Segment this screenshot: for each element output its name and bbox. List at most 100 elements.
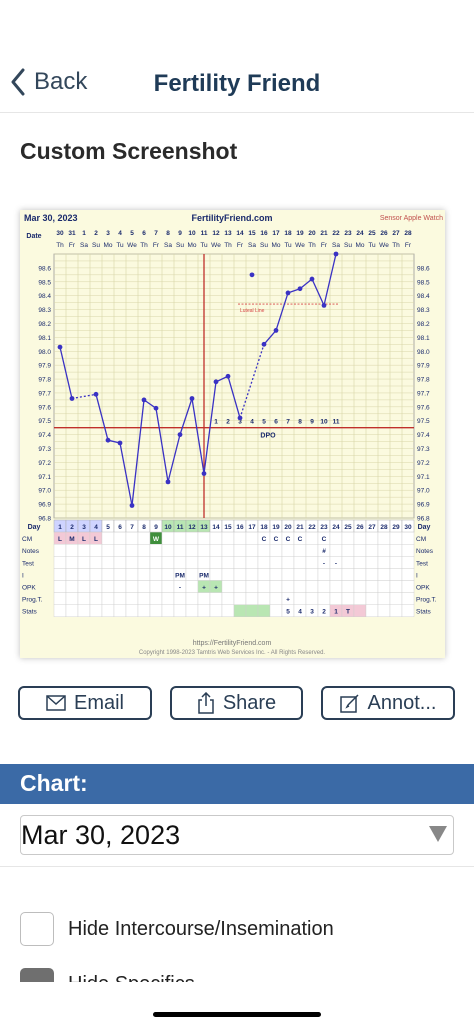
hide-intercourse-checkbox[interactable] bbox=[20, 912, 54, 946]
table-cell bbox=[305, 556, 319, 569]
date-label: 31 bbox=[68, 230, 76, 237]
table-cell bbox=[173, 556, 187, 569]
weekday-label: Fr bbox=[321, 242, 328, 249]
date-label: 30 bbox=[56, 230, 64, 237]
share-button[interactable]: Share bbox=[170, 686, 303, 720]
date-label: 12 bbox=[212, 230, 220, 237]
dpo-number: 9 bbox=[310, 419, 314, 426]
table-cell bbox=[101, 531, 115, 545]
cell-value-opk: + bbox=[214, 585, 218, 592]
annotate-button[interactable]: Annot... bbox=[321, 686, 455, 720]
table-cell bbox=[113, 544, 127, 557]
weekday-label: Su bbox=[344, 242, 352, 249]
chart-sensor: Sensor Apple Watch bbox=[380, 215, 443, 222]
date-label: 26 bbox=[380, 230, 388, 237]
option-hide-specifics[interactable]: Hide Specifics bbox=[20, 968, 195, 982]
weekday-label: We bbox=[295, 242, 305, 249]
cell-value-cm: W bbox=[153, 536, 160, 543]
y-tick-right: 97.3 bbox=[417, 446, 430, 453]
email-button[interactable]: Email bbox=[18, 686, 152, 720]
table-cell bbox=[185, 556, 199, 569]
table-cell bbox=[209, 556, 223, 569]
date-label: 17 bbox=[272, 230, 280, 237]
day-number: 15 bbox=[224, 524, 232, 531]
date-label: 14 bbox=[236, 230, 244, 237]
cell-value-cm: M bbox=[69, 536, 74, 543]
table-cell bbox=[257, 568, 271, 581]
dpo-number: 10 bbox=[320, 419, 328, 426]
day-number: 16 bbox=[236, 524, 244, 531]
day-number: 10 bbox=[164, 524, 172, 531]
cell-value-test: - bbox=[335, 560, 337, 567]
table-cell bbox=[89, 568, 103, 581]
weekday-label: Su bbox=[92, 242, 100, 249]
weekday-label: Tu bbox=[116, 242, 124, 249]
option-hide-intercourse[interactable]: Hide Intercourse/Insemination bbox=[20, 912, 334, 946]
y-tick-left: 97.8 bbox=[38, 377, 51, 384]
weekday-label: Mo bbox=[103, 242, 112, 249]
hide-specifics-checkbox[interactable] bbox=[20, 968, 54, 982]
table-cell bbox=[197, 604, 211, 618]
table-cell bbox=[401, 568, 415, 581]
temp-point bbox=[153, 405, 159, 411]
cell-value-stats: 4 bbox=[298, 609, 302, 616]
table-cell bbox=[329, 592, 343, 605]
table-cell bbox=[221, 531, 235, 545]
day-number: 26 bbox=[356, 524, 364, 531]
temp-point bbox=[117, 440, 123, 446]
table-cell bbox=[113, 556, 127, 569]
table-cell bbox=[137, 544, 151, 557]
chart-date-select[interactable]: Mar 30, 2023 bbox=[20, 815, 454, 855]
cell-value-cm: C bbox=[286, 536, 291, 543]
day-number: 27 bbox=[368, 524, 376, 531]
y-tick-right: 98.4 bbox=[417, 293, 430, 300]
weekday-label: Tu bbox=[200, 242, 208, 249]
y-tick-left: 98.5 bbox=[38, 279, 51, 286]
row-label-right-stats: Stats bbox=[416, 609, 432, 616]
table-cell bbox=[101, 556, 115, 569]
table-cell bbox=[221, 604, 235, 618]
day-number: 19 bbox=[272, 524, 280, 531]
table-cell bbox=[353, 556, 367, 569]
table-cell bbox=[389, 568, 403, 581]
row-label-test: Test bbox=[22, 560, 34, 567]
weekday-label: Fr bbox=[69, 242, 76, 249]
table-cell bbox=[269, 580, 283, 593]
table-cell bbox=[185, 544, 199, 557]
y-tick-left: 98.0 bbox=[38, 349, 51, 356]
table-cell bbox=[101, 568, 115, 581]
temp-point bbox=[261, 341, 267, 347]
table-cell bbox=[305, 592, 319, 605]
table-cell bbox=[257, 592, 271, 605]
table-cell bbox=[245, 544, 259, 557]
table-cell bbox=[113, 580, 127, 593]
temp-point bbox=[201, 471, 207, 476]
weekday-label: We bbox=[379, 242, 389, 249]
weekday-label: Fr bbox=[153, 242, 160, 249]
table-cell bbox=[65, 568, 79, 581]
day-number: 14 bbox=[212, 524, 220, 531]
y-tick-right: 97.2 bbox=[417, 460, 430, 467]
day-number: 7 bbox=[130, 524, 134, 531]
luteal-label: Luteal Line bbox=[240, 308, 265, 314]
date-label: 19 bbox=[296, 230, 304, 237]
table-cell bbox=[197, 531, 211, 545]
table-cell bbox=[77, 592, 91, 605]
day-number: 22 bbox=[308, 524, 316, 531]
table-cell bbox=[209, 544, 223, 557]
table-cell bbox=[401, 531, 415, 545]
y-tick-left: 98.6 bbox=[38, 265, 51, 272]
day-number: 11 bbox=[177, 524, 184, 531]
day-number: 3 bbox=[82, 524, 86, 531]
table-cell bbox=[305, 568, 319, 581]
day-number: 1 bbox=[58, 524, 62, 531]
table-cell bbox=[161, 604, 175, 618]
dpo-number: 6 bbox=[274, 419, 278, 426]
weekday-label: Th bbox=[308, 242, 316, 249]
chart-date: Mar 30, 2023 bbox=[24, 213, 78, 223]
temp-point bbox=[69, 396, 75, 401]
y-tick-right: 97.1 bbox=[417, 474, 430, 481]
table-cell bbox=[377, 580, 391, 593]
table-cell bbox=[161, 592, 175, 605]
table-cell bbox=[53, 580, 67, 593]
